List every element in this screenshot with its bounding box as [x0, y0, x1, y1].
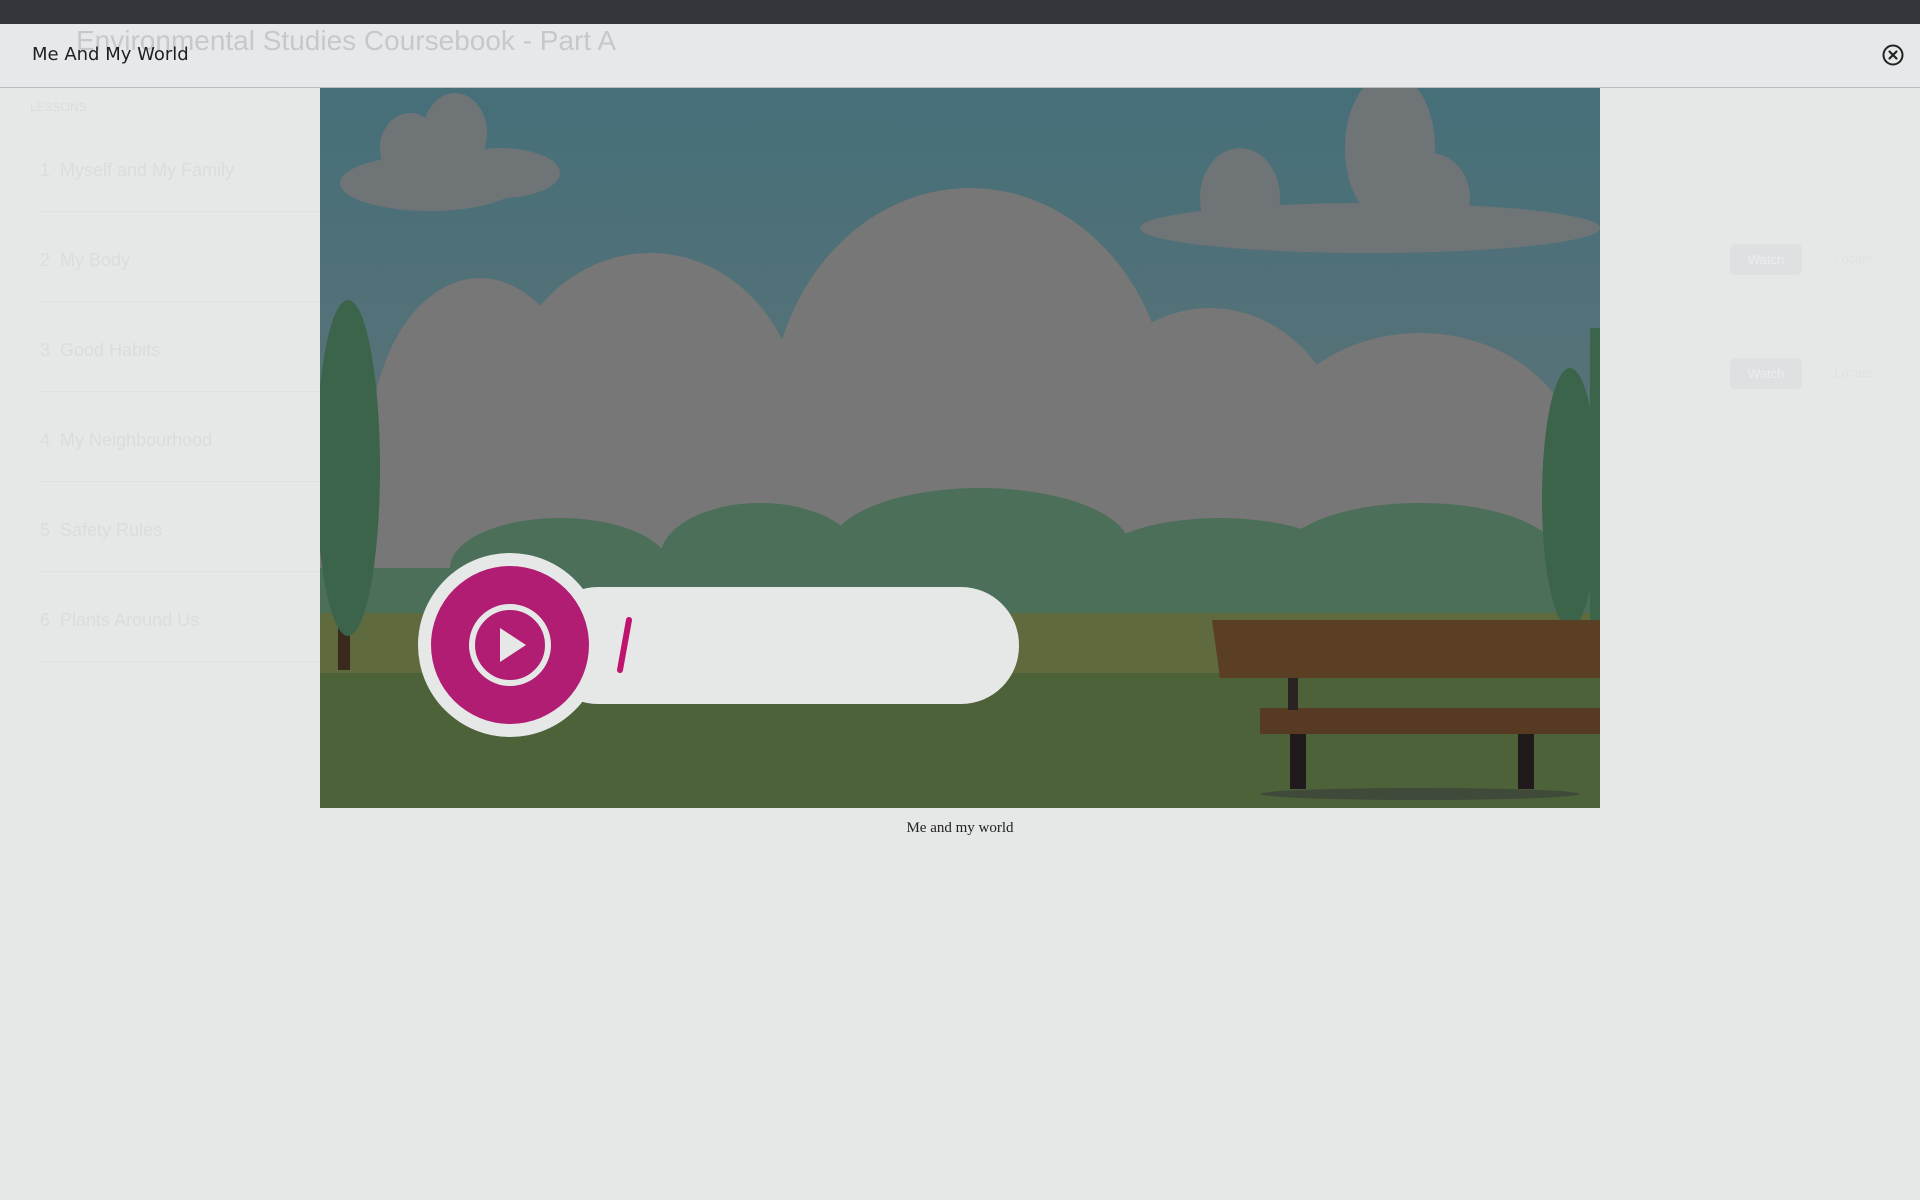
lesson-number: 1 [40, 160, 51, 180]
lesson-number: 4 [40, 430, 51, 450]
lesson-item[interactable]: 1 Myself and My Family [40, 160, 320, 212]
video-player[interactable] [320, 88, 1600, 808]
lesson-number: 6 [40, 610, 51, 630]
lesson-label: My Body [60, 250, 131, 270]
browser-top-bar [0, 0, 1920, 24]
watch-button[interactable]: Watch [1730, 244, 1802, 275]
video-caption: Me and my world [906, 820, 1014, 836]
close-circle-icon [1882, 44, 1904, 66]
lesson-number: 5 [40, 520, 51, 540]
lessons-label: LESSONS [30, 100, 87, 114]
lesson-item[interactable]: 2 My Body [40, 250, 320, 302]
video-frame [320, 88, 1600, 808]
lesson-item[interactable]: 6 Plants Around Us [40, 610, 320, 662]
lesson-item[interactable]: 5 Safety Rules [40, 520, 320, 572]
lesson-item[interactable]: 3 Good Habits [40, 340, 320, 392]
lesson-label: Good Habits [60, 340, 161, 360]
lesson-label: Myself and My Family [60, 160, 235, 180]
modal-title: Me And My World [32, 44, 189, 65]
lesson-label: Plants Around Us [60, 610, 200, 630]
lesson-label: Safety Rules [60, 520, 163, 540]
lesson-number: 2 [40, 250, 51, 270]
locate-link[interactable]: Locate [1834, 251, 1873, 266]
close-button[interactable] [1882, 44, 1904, 66]
watch-button[interactable]: Watch [1730, 358, 1802, 389]
lesson-item[interactable]: 4 My Neighbourhood [40, 430, 320, 482]
locate-link[interactable]: Locate [1834, 365, 1873, 380]
lesson-number: 3 [40, 340, 51, 360]
lesson-label: My Neighbourhood [60, 430, 213, 450]
